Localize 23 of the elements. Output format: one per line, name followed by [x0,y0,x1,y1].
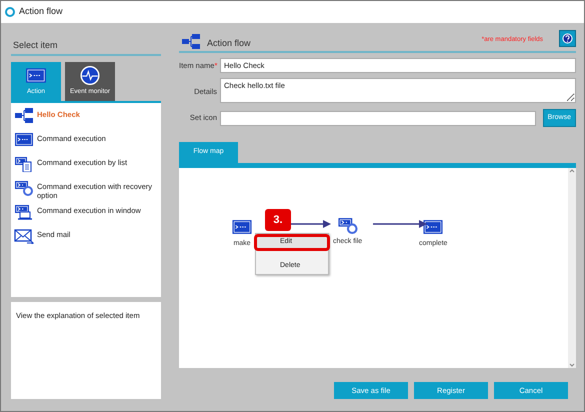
terminal-gear-icon [336,216,359,234]
terminal-icon [14,130,34,148]
step-callout: 3. [265,209,291,231]
mail-icon [14,226,34,244]
window-title: Action flow [19,5,63,18]
flowchart-icon [14,106,34,124]
terminal-icon [422,218,444,236]
terminal-gear-icon [14,178,34,196]
form-heading: Action flow [207,36,251,50]
input-field[interactable] [220,110,536,126]
terminal-icon [231,218,253,236]
heartbeat-icon [79,66,101,85]
arrow [373,220,427,228]
help-button[interactable] [559,30,576,47]
terminal-icon [25,66,47,85]
terminal-laptop-icon [14,202,34,220]
flowchart-icon [181,33,201,50]
terminal-list-icon [14,154,34,172]
scrollbar[interactable] [568,168,576,368]
panel-heading: Select item [11,33,161,56]
app-icon [5,7,15,17]
scroll-down-icon[interactable] [568,362,576,368]
scroll-up-icon[interactable] [568,168,576,174]
